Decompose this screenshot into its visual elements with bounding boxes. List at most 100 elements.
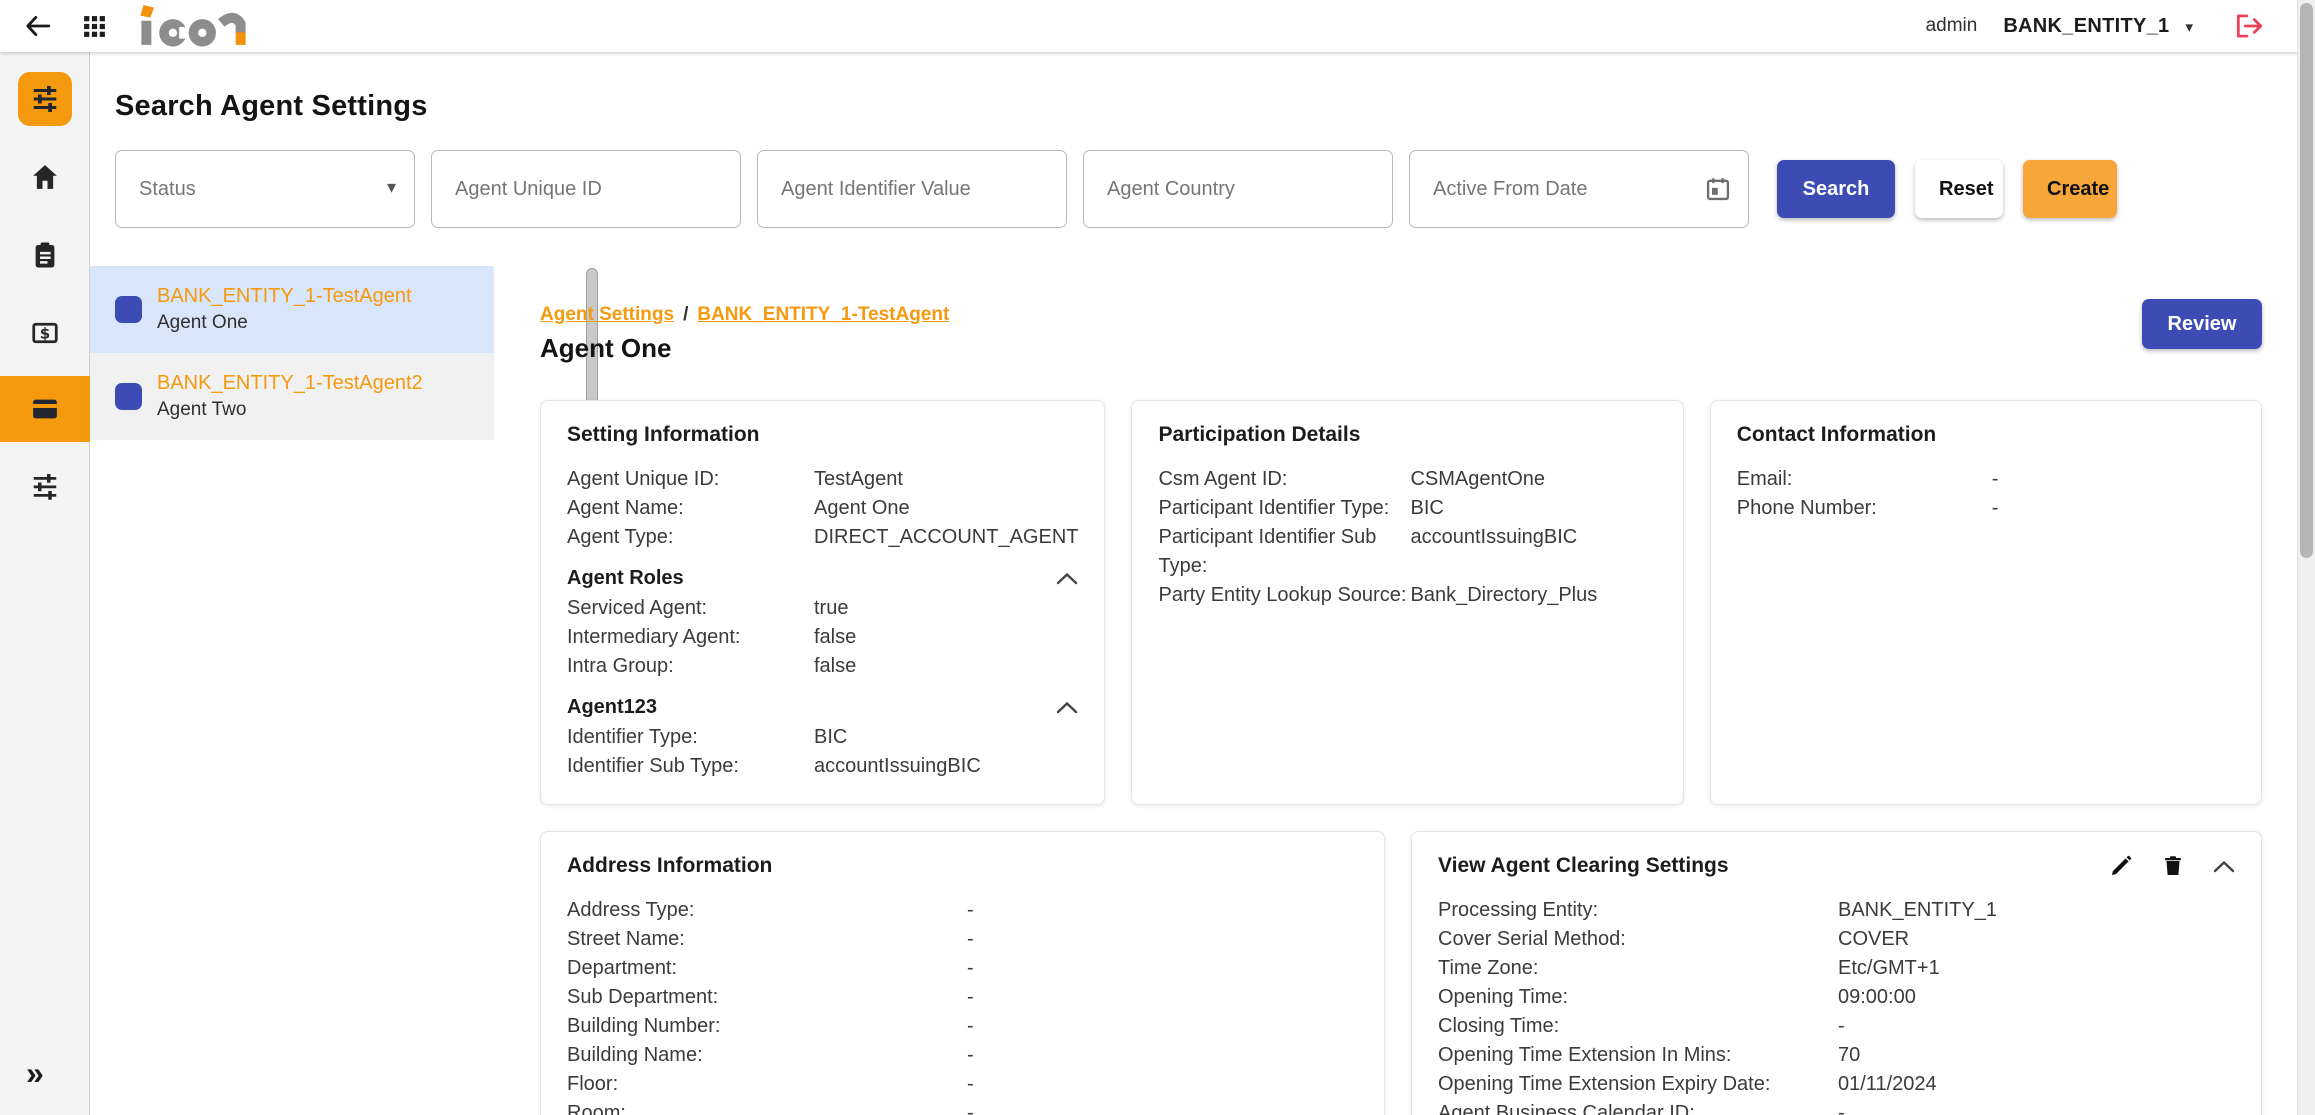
agent-bullet-icon [115, 383, 142, 410]
agent-unique-id-field[interactable] [431, 150, 741, 228]
row-label: Building Name: [567, 1041, 967, 1070]
tune-icon [18, 72, 72, 126]
back-arrow-icon[interactable] [24, 12, 52, 40]
sidebar-expand-icon[interactable]: » [26, 1057, 44, 1089]
section-title: Agent Roles [567, 567, 684, 590]
agent-identifier-value-field[interactable] [757, 150, 1067, 228]
agent-unique-id-input[interactable] [432, 178, 740, 201]
breadcrumb-current[interactable]: BANK_ENTITY_1-TestAgent [697, 304, 949, 326]
page-scrollbar[interactable] [2297, 0, 2315, 1115]
card-title: View Agent Clearing Settings [1438, 854, 1729, 878]
sidebar-item-settings[interactable] [0, 454, 90, 520]
detail-row: Csm Agent ID: CSMAgentOne [1158, 465, 1656, 494]
detail-row: Email: - [1737, 465, 2235, 494]
row-value: - [1992, 494, 2235, 523]
row-value: - [967, 896, 1358, 925]
create-button[interactable]: Create [2023, 160, 2117, 218]
main-content: Search Agent Settings ▾ [90, 52, 2297, 1115]
svg-text:$: $ [40, 325, 50, 343]
row-label: Closing Time: [1438, 1012, 1838, 1041]
detail-row: Address Type: - [567, 896, 1358, 925]
sidebar-item-payments[interactable]: $ [0, 300, 90, 366]
card-rows: Email: - Phone Number: - [1737, 465, 2235, 523]
status-select[interactable]: ▾ [115, 150, 415, 228]
calendar-icon[interactable] [1704, 175, 1732, 208]
chevron-up-icon[interactable] [2213, 860, 2235, 873]
main-row: BANK_ENTITY_1-TestAgent Agent One BANK_E… [90, 266, 2297, 1081]
row-value: BIC [814, 723, 1078, 752]
detail-row: Processing Entity: BANK_ENTITY_1 [1438, 896, 2235, 925]
detail-row: Building Name: - [567, 1041, 1358, 1070]
agent-heading: Agent One [540, 333, 2262, 364]
agent123-section-header: Agent123 [567, 696, 1078, 719]
row-value: - [967, 925, 1358, 954]
agent-id-link[interactable]: BANK_ENTITY_1-TestAgent [157, 285, 412, 308]
row-value: true [814, 594, 1078, 623]
detail-row: Sub Department: - [567, 983, 1358, 1012]
agent-name-label: Agent Two [157, 399, 423, 421]
agent-list: BANK_ENTITY_1-TestAgent Agent One BANK_E… [90, 266, 510, 1081]
chevron-up-icon[interactable] [1056, 572, 1078, 585]
row-label: Department: [567, 954, 967, 983]
row-value: 70 [1838, 1041, 2235, 1070]
icon-logo [137, 5, 255, 47]
row-value: 01/11/2024 [1838, 1070, 2235, 1099]
edit-pencil-icon[interactable] [2109, 854, 2133, 878]
sidebar-item-accounts[interactable] [0, 376, 90, 442]
agent-country-input[interactable] [1084, 178, 1392, 201]
logout-icon[interactable] [2233, 12, 2265, 40]
agent-country-field[interactable] [1083, 150, 1393, 228]
row-value: Agent One [814, 494, 1078, 523]
detail-row: Intra Group: false [567, 652, 1078, 681]
status-input[interactable] [116, 178, 414, 201]
detail-row: Agent Unique ID: TestAgent [567, 465, 1078, 494]
chevron-up-icon[interactable] [1056, 701, 1078, 714]
detail-row: Identifier Type: BIC [567, 723, 1078, 752]
agent-roles-section-header: Agent Roles [567, 567, 1078, 590]
row-value: accountIssuingBIC [814, 752, 1078, 781]
review-button[interactable]: Review [2142, 299, 2262, 349]
row-label: Time Zone: [1438, 954, 1838, 983]
row-value: - [1838, 1012, 2235, 1041]
list-item[interactable]: BANK_ENTITY_1-TestAgent Agent One [90, 266, 494, 353]
topbar: admin BANK_ENTITY_1 ▾ [0, 0, 2315, 52]
entity-selector[interactable]: BANK_ENTITY_1 [2003, 15, 2169, 38]
list-item[interactable]: BANK_ENTITY_1-TestAgent2 Agent Two [90, 353, 494, 440]
breadcrumb-agent-settings[interactable]: Agent Settings [540, 304, 674, 326]
row-value: Etc/GMT+1 [1838, 954, 2235, 983]
row-label: Email: [1737, 465, 1992, 494]
row-value: accountIssuingBIC [1410, 523, 1656, 581]
row-value: - [1992, 465, 2235, 494]
page-scrollbar-thumb[interactable] [2300, 3, 2313, 558]
row-label: Participant Identifier Sub Type: [1158, 523, 1410, 581]
sidebar-item-tasks[interactable] [0, 222, 90, 288]
card-title: Address Information [567, 854, 1358, 878]
detail-row: Room: - [567, 1099, 1358, 1115]
chevron-down-icon[interactable]: ▾ [2185, 18, 2193, 36]
agent-name-label: Agent One [157, 312, 412, 334]
agent-clearing-settings-card: View Agent Clearing Settings [1411, 831, 2262, 1115]
detail-row: Participant Identifier Sub Type: account… [1158, 523, 1656, 581]
filter-bar: ▾ Searc [115, 150, 2272, 228]
reset-button[interactable]: Reset [1915, 160, 2003, 218]
row-value: - [967, 1012, 1358, 1041]
row-label: Participant Identifier Type: [1158, 494, 1410, 523]
apps-grid-icon[interactable] [82, 14, 107, 39]
row-value: false [814, 623, 1078, 652]
card-title: Contact Information [1737, 423, 2235, 447]
detail-row: Party Entity Lookup Source: Bank_Directo… [1158, 581, 1656, 610]
row-value: COVER [1838, 925, 2235, 954]
active-from-date-input[interactable] [1410, 178, 1748, 201]
row-value: - [967, 1070, 1358, 1099]
agent-id-link[interactable]: BANK_ENTITY_1-TestAgent2 [157, 372, 423, 395]
sidebar-item-agent-settings[interactable] [0, 66, 90, 132]
search-button[interactable]: Search [1777, 160, 1895, 218]
delete-trash-icon[interactable] [2161, 854, 2185, 878]
detail-row: Identifier Sub Type: accountIssuingBIC [567, 752, 1078, 781]
agent-identifier-value-input[interactable] [758, 178, 1066, 201]
detail-row: Opening Time Extension Expiry Date: 01/1… [1438, 1070, 2235, 1099]
card-rows: Csm Agent ID: CSMAgentOne Participant Id… [1158, 465, 1656, 610]
card-head-icons [2109, 854, 2235, 878]
sidebar-item-home[interactable] [0, 144, 90, 210]
active-from-date-field[interactable] [1409, 150, 1749, 228]
